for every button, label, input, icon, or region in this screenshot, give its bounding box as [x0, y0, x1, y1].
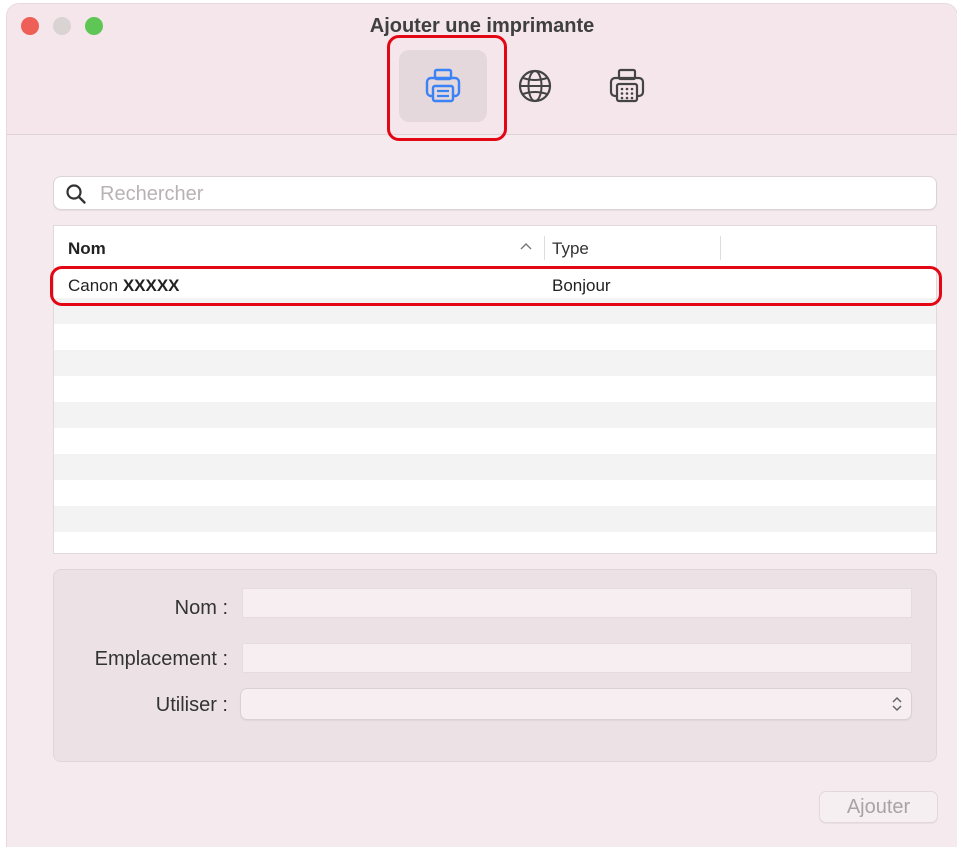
table-row-empty	[54, 532, 936, 553]
fax-printer-icon	[609, 68, 645, 103]
table-rows: Canon XXXXX Bonjour	[54, 268, 936, 553]
selected-row-highlight	[50, 266, 942, 306]
search-icon	[66, 184, 86, 204]
search-field[interactable]	[53, 176, 937, 210]
add-printer-window: Ajouter une imprimante Rechercher Nom Ty…	[7, 4, 957, 847]
table-row-empty	[54, 350, 936, 376]
table-row-empty	[54, 428, 936, 454]
column-separator[interactable]	[544, 236, 545, 260]
name-label: Nom :	[174, 597, 228, 619]
table-row-empty	[54, 506, 936, 532]
add-button[interactable]: Ajouter	[819, 791, 938, 823]
location-label: Emplacement :	[94, 648, 228, 670]
table-row-empty	[54, 324, 936, 350]
name-field[interactable]	[242, 588, 912, 618]
sort-ascending-icon[interactable]	[520, 242, 532, 250]
toolbar-highlight	[387, 35, 507, 141]
location-field[interactable]	[242, 643, 912, 673]
table-row-empty	[54, 454, 936, 480]
windows-printer-tab[interactable]	[583, 50, 671, 122]
column-header-type[interactable]: Type	[552, 239, 589, 259]
table-row-empty	[54, 480, 936, 506]
use-label: Utiliser :	[155, 694, 228, 716]
use-driver-select[interactable]	[240, 688, 912, 720]
table-row-empty	[54, 402, 936, 428]
search-input[interactable]	[98, 180, 922, 208]
printer-details-panel: Nom : Emplacement : Utiliser :	[53, 569, 937, 762]
table-header: Nom Type	[54, 226, 936, 269]
column-separator[interactable]	[720, 236, 721, 260]
column-header-name[interactable]: Nom	[68, 239, 106, 259]
chevron-up-down-icon	[892, 696, 902, 712]
globe-icon	[518, 69, 552, 103]
table-row-empty	[54, 376, 936, 402]
